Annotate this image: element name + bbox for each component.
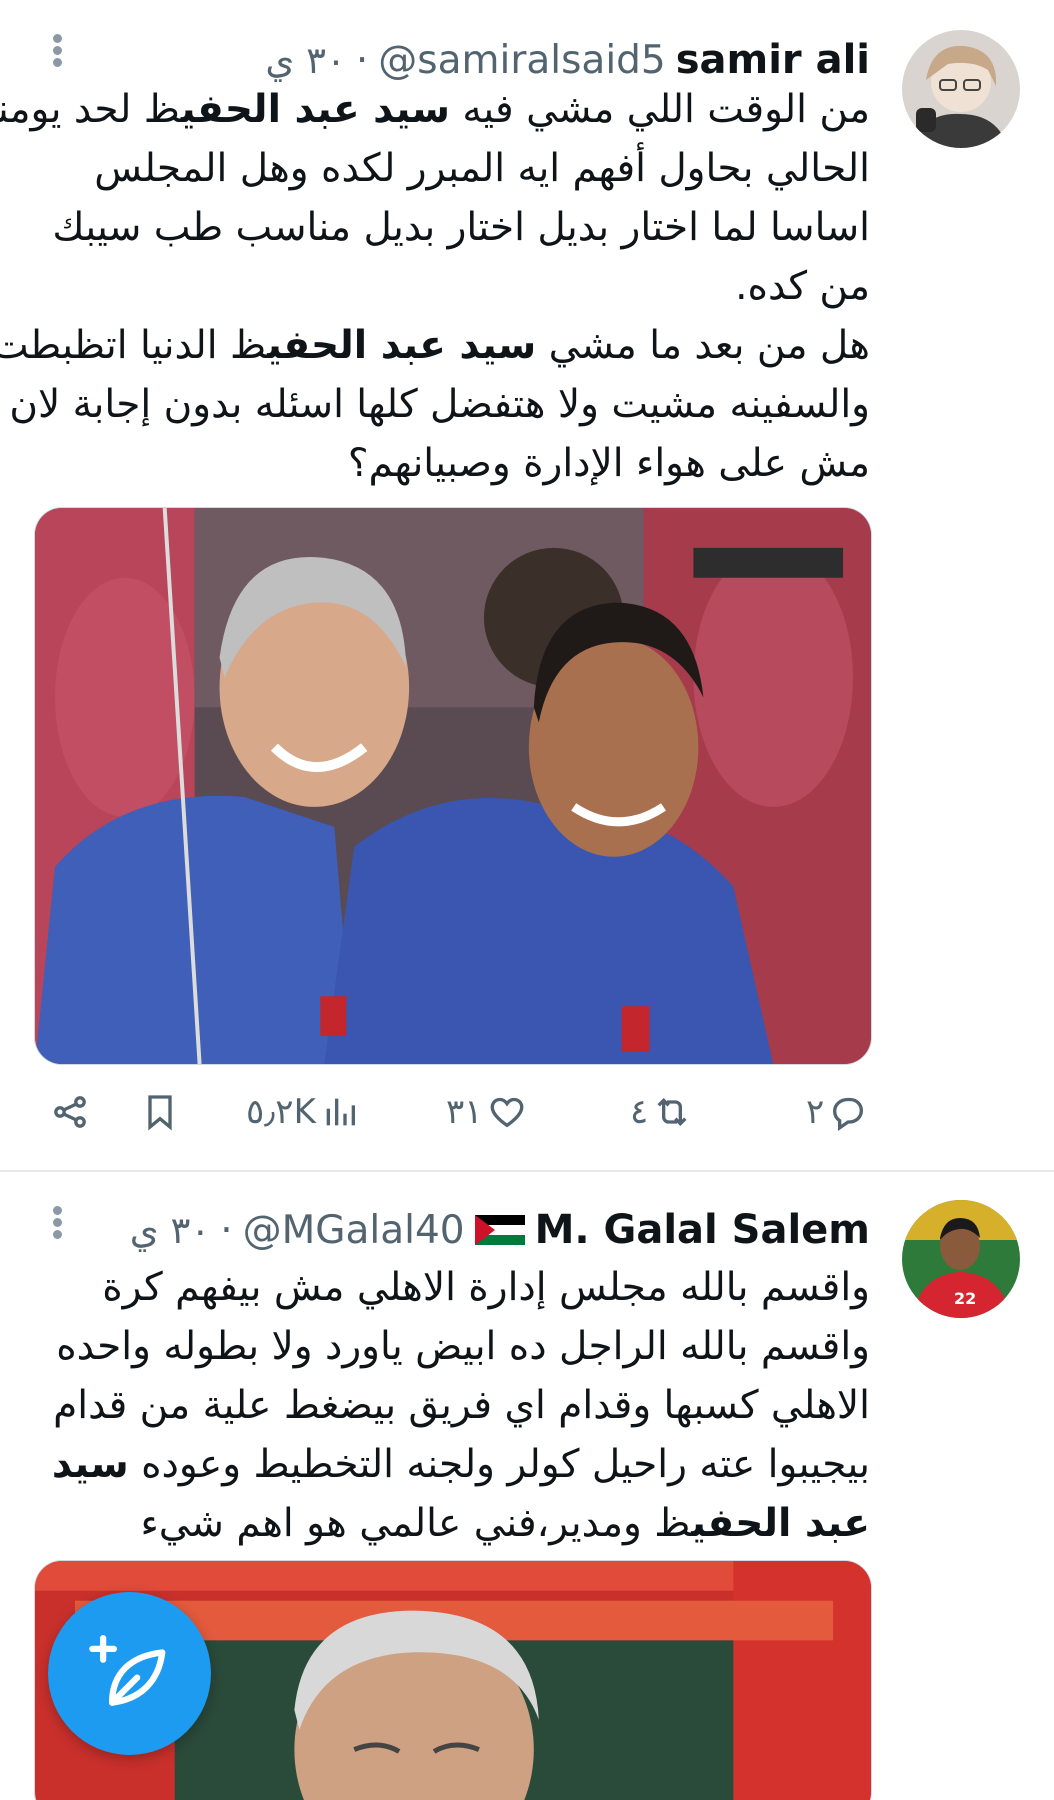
more-options-icon[interactable]: [48, 1202, 68, 1242]
compose-tweet-icon: [88, 1634, 165, 1706]
retweet-icon: [657, 1097, 687, 1127]
views-button[interactable]: ٥٫٢K: [246, 1080, 360, 1144]
likes-count: ٣١: [446, 1092, 483, 1132]
mention-bold: سيد عبد الحفي: [267, 323, 537, 368]
separator-dot: ·: [355, 37, 369, 83]
tweet-actions: ٥٫٢K ٣١ ٤ ٢: [50, 1080, 880, 1144]
svg-text:22: 22: [954, 1289, 976, 1308]
share-button[interactable]: [50, 1080, 90, 1144]
text-line: واقسم بالله الراجل ده ابيض ياورد ولا بطو…: [56, 1324, 870, 1369]
tweet-1[interactable]: samir ali @samiralsaid5 · ٣٠ ي من الوقت …: [0, 0, 1054, 1170]
text-line: الحالي بحاول أفهم ايه المبرر لكده وهل ال…: [94, 146, 870, 191]
author-handle[interactable]: @samiralsaid5: [378, 38, 665, 83]
text-line: والسفينه مشيت ولا هتفضل كلها اسئله بدون …: [9, 382, 870, 427]
like-button[interactable]: ٣١: [446, 1080, 527, 1144]
mention-bold: سيد: [51, 1442, 129, 1487]
tweet-text: واقسم بالله مجلس إدارة الاهلي مش بيفهم ك…: [52, 1258, 870, 1553]
palestine-flag-icon: [474, 1215, 525, 1245]
replies-count: ٢: [806, 1092, 825, 1132]
share-icon: [54, 1096, 86, 1128]
text-line: عبد الحفيظ ومدير،فني عالمي هو اهم شيء: [140, 1501, 870, 1546]
retweets-count: ٤: [630, 1092, 649, 1132]
author-handle[interactable]: @MGalal40: [243, 1208, 465, 1253]
text-line: من كده.: [735, 264, 870, 309]
avatar[interactable]: [902, 30, 1020, 148]
text-line: اساسا لما اختار بديل اختار بديل مناسب طب…: [52, 205, 870, 250]
avatar[interactable]: 22: [902, 1200, 1020, 1318]
tweet-text: من الوقت اللي مشي فيه سيد عبد الحفيظ لحد…: [0, 80, 870, 493]
reply-icon: [833, 1097, 864, 1132]
bookmark-button[interactable]: [140, 1080, 180, 1144]
timestamp[interactable]: ٣٠ ي: [130, 1209, 210, 1252]
mention-bold: سيد عبد الحفي: [180, 87, 450, 132]
text-line: من الوقت اللي مشي فيه سيد عبد الحفيظ لحد…: [0, 87, 870, 132]
text-line: الاهلي كسبها وقدام اي فريق بيضغط علية من…: [53, 1383, 870, 1428]
timestamp[interactable]: ٣٠ ي: [265, 39, 345, 82]
author-name[interactable]: M. Galal Salem: [535, 1207, 870, 1253]
views-count: ٥٫٢K: [246, 1092, 316, 1132]
views-icon: [326, 1098, 355, 1126]
bookmark-icon: [148, 1095, 172, 1131]
author-name[interactable]: samir ali: [676, 37, 870, 83]
separator-dot: ·: [220, 1207, 233, 1253]
text-line: مش على هواء الإدارة وصبيانهم؟: [347, 441, 870, 486]
tweet-header: M. Galal Salem @MGalal40 · ٣٠ ي: [130, 1198, 870, 1262]
text-line: هل من بعد ما مشي سيد عبد الحفيظ الدنيا ا…: [0, 323, 870, 368]
heart-icon: [490, 1097, 523, 1128]
text-line: واقسم بالله مجلس إدارة الاهلي مش بيفهم ك…: [102, 1265, 870, 1310]
retweet-button[interactable]: ٤: [630, 1080, 692, 1144]
more-options-icon[interactable]: [48, 30, 68, 70]
tweet-photo[interactable]: [34, 507, 872, 1065]
reply-button[interactable]: ٢: [806, 1080, 868, 1144]
text-line: بيجيبوا عته راحيل كولر ولجنه التخطيط وعو…: [51, 1442, 870, 1487]
mention-bold: عبد الحفي: [691, 1501, 870, 1546]
compose-tweet-button[interactable]: [48, 1592, 211, 1755]
